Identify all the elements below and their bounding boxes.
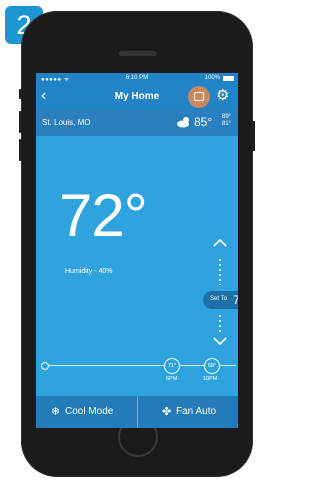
partly-cloudy-icon xyxy=(177,117,189,128)
schedule-time: 6PM xyxy=(166,376,178,382)
fan-auto-label: Fan Auto xyxy=(176,406,217,417)
fan-auto-button[interactable]: ✤ Fan Auto xyxy=(138,396,238,428)
mute-switch xyxy=(19,89,22,99)
decrease-track-dots xyxy=(219,315,221,335)
schedule-point[interactable]: 71° xyxy=(164,358,180,374)
current-temperature: 72° xyxy=(59,182,148,249)
schedule-point[interactable]: 68° xyxy=(204,358,220,374)
status-bar: ●●●●● ᯤ 6:10 PM 100% xyxy=(36,73,238,85)
weather-temp: 85° xyxy=(194,115,213,129)
fan-icon: ✤ xyxy=(162,406,172,418)
weather-high-low: 89° 81° xyxy=(222,114,231,128)
volume-up-button xyxy=(19,111,22,133)
cool-mode-button[interactable]: ❄ Cool Mode xyxy=(36,396,137,428)
chevron-up-icon[interactable] xyxy=(212,235,228,249)
timeline-current-marker[interactable] xyxy=(41,362,49,370)
humidity-label: Humidity - 40% xyxy=(65,268,113,275)
schedule-time: 10PM xyxy=(203,376,218,382)
cool-mode-label: Cool Mode xyxy=(65,406,114,417)
app-screen: ●●●●● ᯤ 6:10 PM 100% ‹ My Home ⚙ St. Lou… xyxy=(36,73,238,416)
calendar-icon xyxy=(194,92,204,101)
snowflake-icon: ❄ xyxy=(51,406,61,418)
nav-bar: ‹ My Home ⚙ xyxy=(36,85,238,109)
volume-down-button xyxy=(19,139,22,161)
location-name: St. Louis, MO xyxy=(42,118,91,127)
schedule-button[interactable] xyxy=(188,86,210,108)
speaker-grille xyxy=(119,51,157,56)
location-bar: St. Louis, MO 85° 89° 81° xyxy=(36,109,238,136)
weather-high: 89° xyxy=(222,114,232,120)
battery-icon xyxy=(223,76,234,81)
chevron-down-icon[interactable] xyxy=(212,335,228,349)
power-button xyxy=(252,121,255,151)
gear-icon[interactable]: ⚙ xyxy=(216,88,229,103)
set-to-pill: Set To 71 xyxy=(203,291,238,309)
weather-low: 81° xyxy=(222,121,232,127)
bottom-action-bar: ❄ Cool Mode ✤ Fan Auto xyxy=(36,396,238,428)
set-to-label: Set To xyxy=(210,296,227,302)
increase-track-dots xyxy=(219,259,221,285)
battery-percent: 100% xyxy=(204,75,220,81)
set-to-value: 71 xyxy=(233,293,238,307)
